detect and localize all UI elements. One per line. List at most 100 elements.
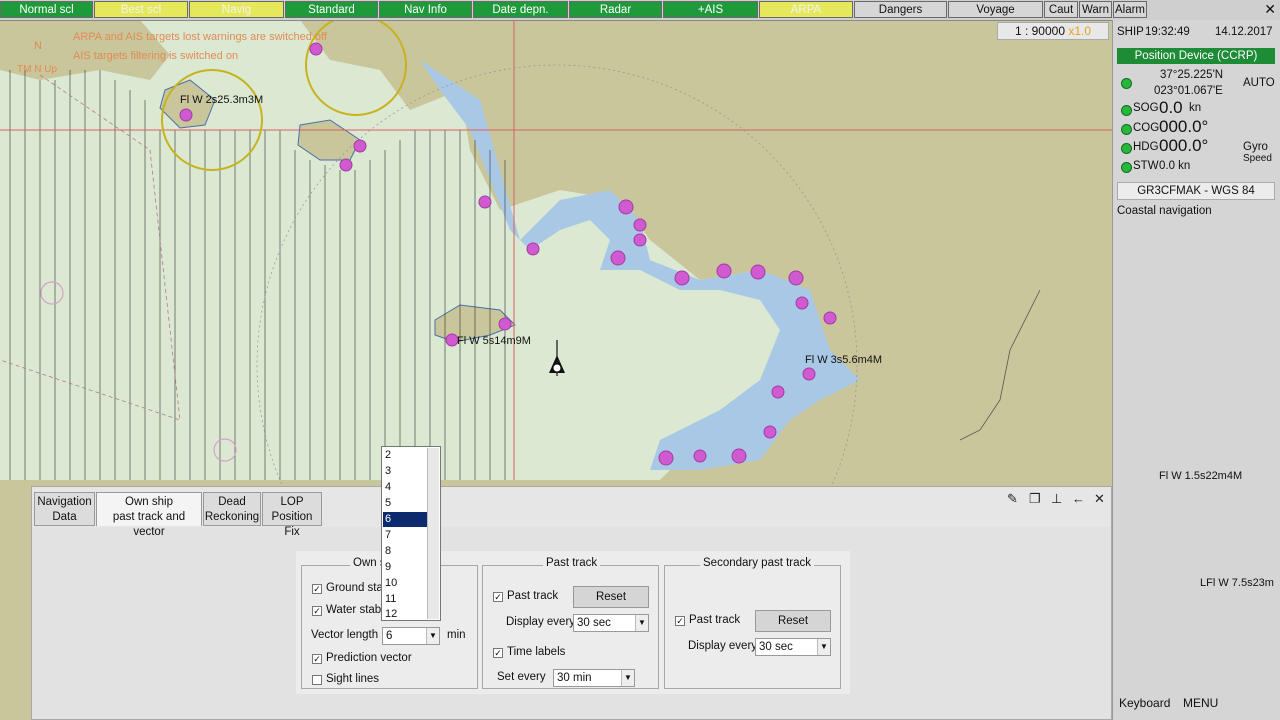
ship-time: 19:32:49 xyxy=(1145,26,1190,38)
scale-multiplier: x1.0 xyxy=(1068,24,1092,38)
hdg-label: HDG xyxy=(1133,141,1159,153)
display-every-label: Display every xyxy=(506,616,576,628)
chevron-down-icon[interactable]: ▼ xyxy=(635,615,648,631)
chevron-down-icon[interactable]: ▼ xyxy=(621,670,634,686)
ais-button[interactable]: +AIS xyxy=(663,1,758,18)
speed-source-label: Speed xyxy=(1243,153,1272,164)
tab-lop-position-fix[interactable]: LOP Position Fix xyxy=(262,492,322,538)
dropdown-option[interactable]: 12 xyxy=(383,608,427,620)
ais-filter-warning-text: AIS targets filtering is switched on xyxy=(73,50,239,62)
standard-button[interactable]: Standard xyxy=(285,1,378,18)
warning-button[interactable]: Warn xyxy=(1079,1,1112,18)
past-track-reset-button[interactable]: Reset xyxy=(573,586,649,608)
ground-stab-checkbox[interactable]: ✓ xyxy=(312,584,322,594)
nav-info-button[interactable]: Nav Info xyxy=(379,1,472,18)
water-stab-label: Water stabil xyxy=(326,604,387,616)
tab-label-line1: Navigation xyxy=(37,496,92,508)
display-every-value: 30 sec xyxy=(577,617,611,629)
tab-label-line2: Position Fix xyxy=(271,511,313,538)
vector-length-dropdown-list[interactable]: 2 3 4 5 6 7 8 9 10 11 12 xyxy=(381,446,441,621)
dropdown-option[interactable]: 7 xyxy=(383,528,427,543)
ship-label: SHIP xyxy=(1117,26,1144,38)
tab-label-line1: Own ship xyxy=(125,496,173,508)
light-label-5: LFl W 7.5s23m xyxy=(1200,577,1274,589)
secondary-past-track-label: Past track xyxy=(689,614,741,626)
navig-button[interactable]: Navig xyxy=(189,1,284,18)
dropdown-option-selected[interactable]: 6 xyxy=(383,512,427,527)
tab-label-line2: past track and vector xyxy=(112,511,186,538)
top-menu-bar: Normal scl Best scl Navig Standard Nav I… xyxy=(0,0,1280,21)
secondary-track-group-title: Secondary past track xyxy=(700,557,815,569)
sight-lines-label: Sight lines xyxy=(326,673,380,685)
light-label-2: Fl W 5s14m9M xyxy=(457,335,531,347)
position-device-header[interactable]: Position Device (CCRP) xyxy=(1117,48,1275,64)
secondary-reset-button[interactable]: Reset xyxy=(755,610,831,632)
sight-lines-checkbox[interactable] xyxy=(312,675,322,685)
caution-button[interactable]: Caut xyxy=(1044,1,1078,18)
longitude-value: 023°01.067'E xyxy=(1154,85,1223,97)
dropdown-scrollbar[interactable] xyxy=(427,448,439,619)
dropdown-option[interactable]: 8 xyxy=(383,544,427,559)
light-label-4: Fl W 1.5s22m4M xyxy=(1159,470,1243,482)
past-track-label: Past track xyxy=(507,590,559,602)
prediction-vector-checkbox[interactable]: ✓ xyxy=(312,654,322,664)
prediction-vector-label: Prediction vector xyxy=(326,652,412,664)
dropdown-option[interactable]: 11 xyxy=(383,592,427,607)
radar-button[interactable]: Radar xyxy=(569,1,662,18)
water-stab-checkbox[interactable]: ✓ xyxy=(312,606,322,616)
tab-label-line1: LOP xyxy=(280,496,304,508)
dropdown-option[interactable]: 4 xyxy=(383,480,427,495)
display-every-select[interactable]: 30 sec ▼ xyxy=(573,614,649,632)
chart-scale-readout[interactable]: 1 : 90000 x1.0 xyxy=(997,22,1109,40)
dropdown-option[interactable]: 3 xyxy=(383,464,427,479)
time-labels-label: Time labels xyxy=(507,646,566,658)
voyage-button[interactable]: Voyage xyxy=(948,1,1043,18)
cog-status-icon xyxy=(1121,124,1132,135)
pin-icon[interactable]: ⊥ xyxy=(1051,491,1062,507)
keyboard-button[interactable]: Keyboard xyxy=(1119,696,1170,710)
alarm-button[interactable]: Alarm xyxy=(1113,1,1147,18)
normal-scale-button[interactable]: Normal scl xyxy=(0,1,93,18)
arpa-button[interactable]: ARPA xyxy=(759,1,853,18)
stw-status-icon xyxy=(1121,162,1132,173)
time-labels-checkbox[interactable]: ✓ xyxy=(493,648,503,658)
vector-unit-label: min xyxy=(447,629,466,641)
sog-label: SOG xyxy=(1133,102,1159,114)
restore-window-icon[interactable]: ❐ xyxy=(1029,491,1041,507)
chevron-down-icon[interactable]: ▼ xyxy=(817,639,830,655)
close-icon[interactable]: ✕ xyxy=(1264,0,1276,18)
chevron-down-icon[interactable]: ▼ xyxy=(426,628,439,644)
past-track-checkbox[interactable]: ✓ xyxy=(493,592,503,602)
own-ship-settings-panel: Navigation Data Own ship past track and … xyxy=(31,486,1112,720)
date-depn-button[interactable]: Date depn. xyxy=(473,1,568,18)
dropdown-option[interactable]: 10 xyxy=(383,576,427,591)
menu-button[interactable]: MENU xyxy=(1183,696,1218,710)
close-panel-icon[interactable]: ✕ xyxy=(1094,491,1105,507)
past-track-group-title: Past track xyxy=(543,557,601,569)
vector-length-select[interactable]: 6 ▼ xyxy=(382,627,440,645)
tab-dead-reckoning[interactable]: Dead Reckoning xyxy=(203,492,261,526)
best-scale-button[interactable]: Best scl xyxy=(94,1,188,18)
tab-label-line1: Dead xyxy=(218,496,246,508)
ground-stab-label: Ground stab xyxy=(326,582,390,594)
tab-navigation-data[interactable]: Navigation Data xyxy=(34,492,95,526)
secondary-display-every-select[interactable]: 30 sec ▼ xyxy=(755,638,831,656)
north-arrow-icon: N xyxy=(34,40,42,52)
dropdown-option[interactable]: 2 xyxy=(383,448,427,463)
position-status-icon xyxy=(1121,78,1132,89)
set-every-label: Set every xyxy=(497,671,546,683)
vector-length-value: 6 xyxy=(386,630,393,642)
dangers-button[interactable]: Dangers xyxy=(854,1,947,18)
set-every-select[interactable]: 30 min ▼ xyxy=(553,669,635,687)
secondary-past-track-checkbox[interactable]: ✓ xyxy=(675,616,685,626)
sog-status-icon xyxy=(1121,105,1132,116)
tab-own-ship[interactable]: Own ship past track and vector xyxy=(96,492,202,538)
chart-datum[interactable]: GR3CFMAK - WGS 84 xyxy=(1117,182,1275,200)
right-info-panel: SHIP 19:32:49 14.12.2017 Position Device… xyxy=(1112,20,1280,720)
tab-label-line2: Data xyxy=(52,511,77,523)
back-arrow-icon[interactable]: ← xyxy=(1072,491,1085,506)
dropdown-option[interactable]: 9 xyxy=(383,560,427,575)
dropdown-option[interactable]: 5 xyxy=(383,496,427,511)
brush-icon[interactable]: ✎ xyxy=(1007,491,1018,507)
light-label-1: Fl W 2s25.3m3M xyxy=(180,94,264,106)
